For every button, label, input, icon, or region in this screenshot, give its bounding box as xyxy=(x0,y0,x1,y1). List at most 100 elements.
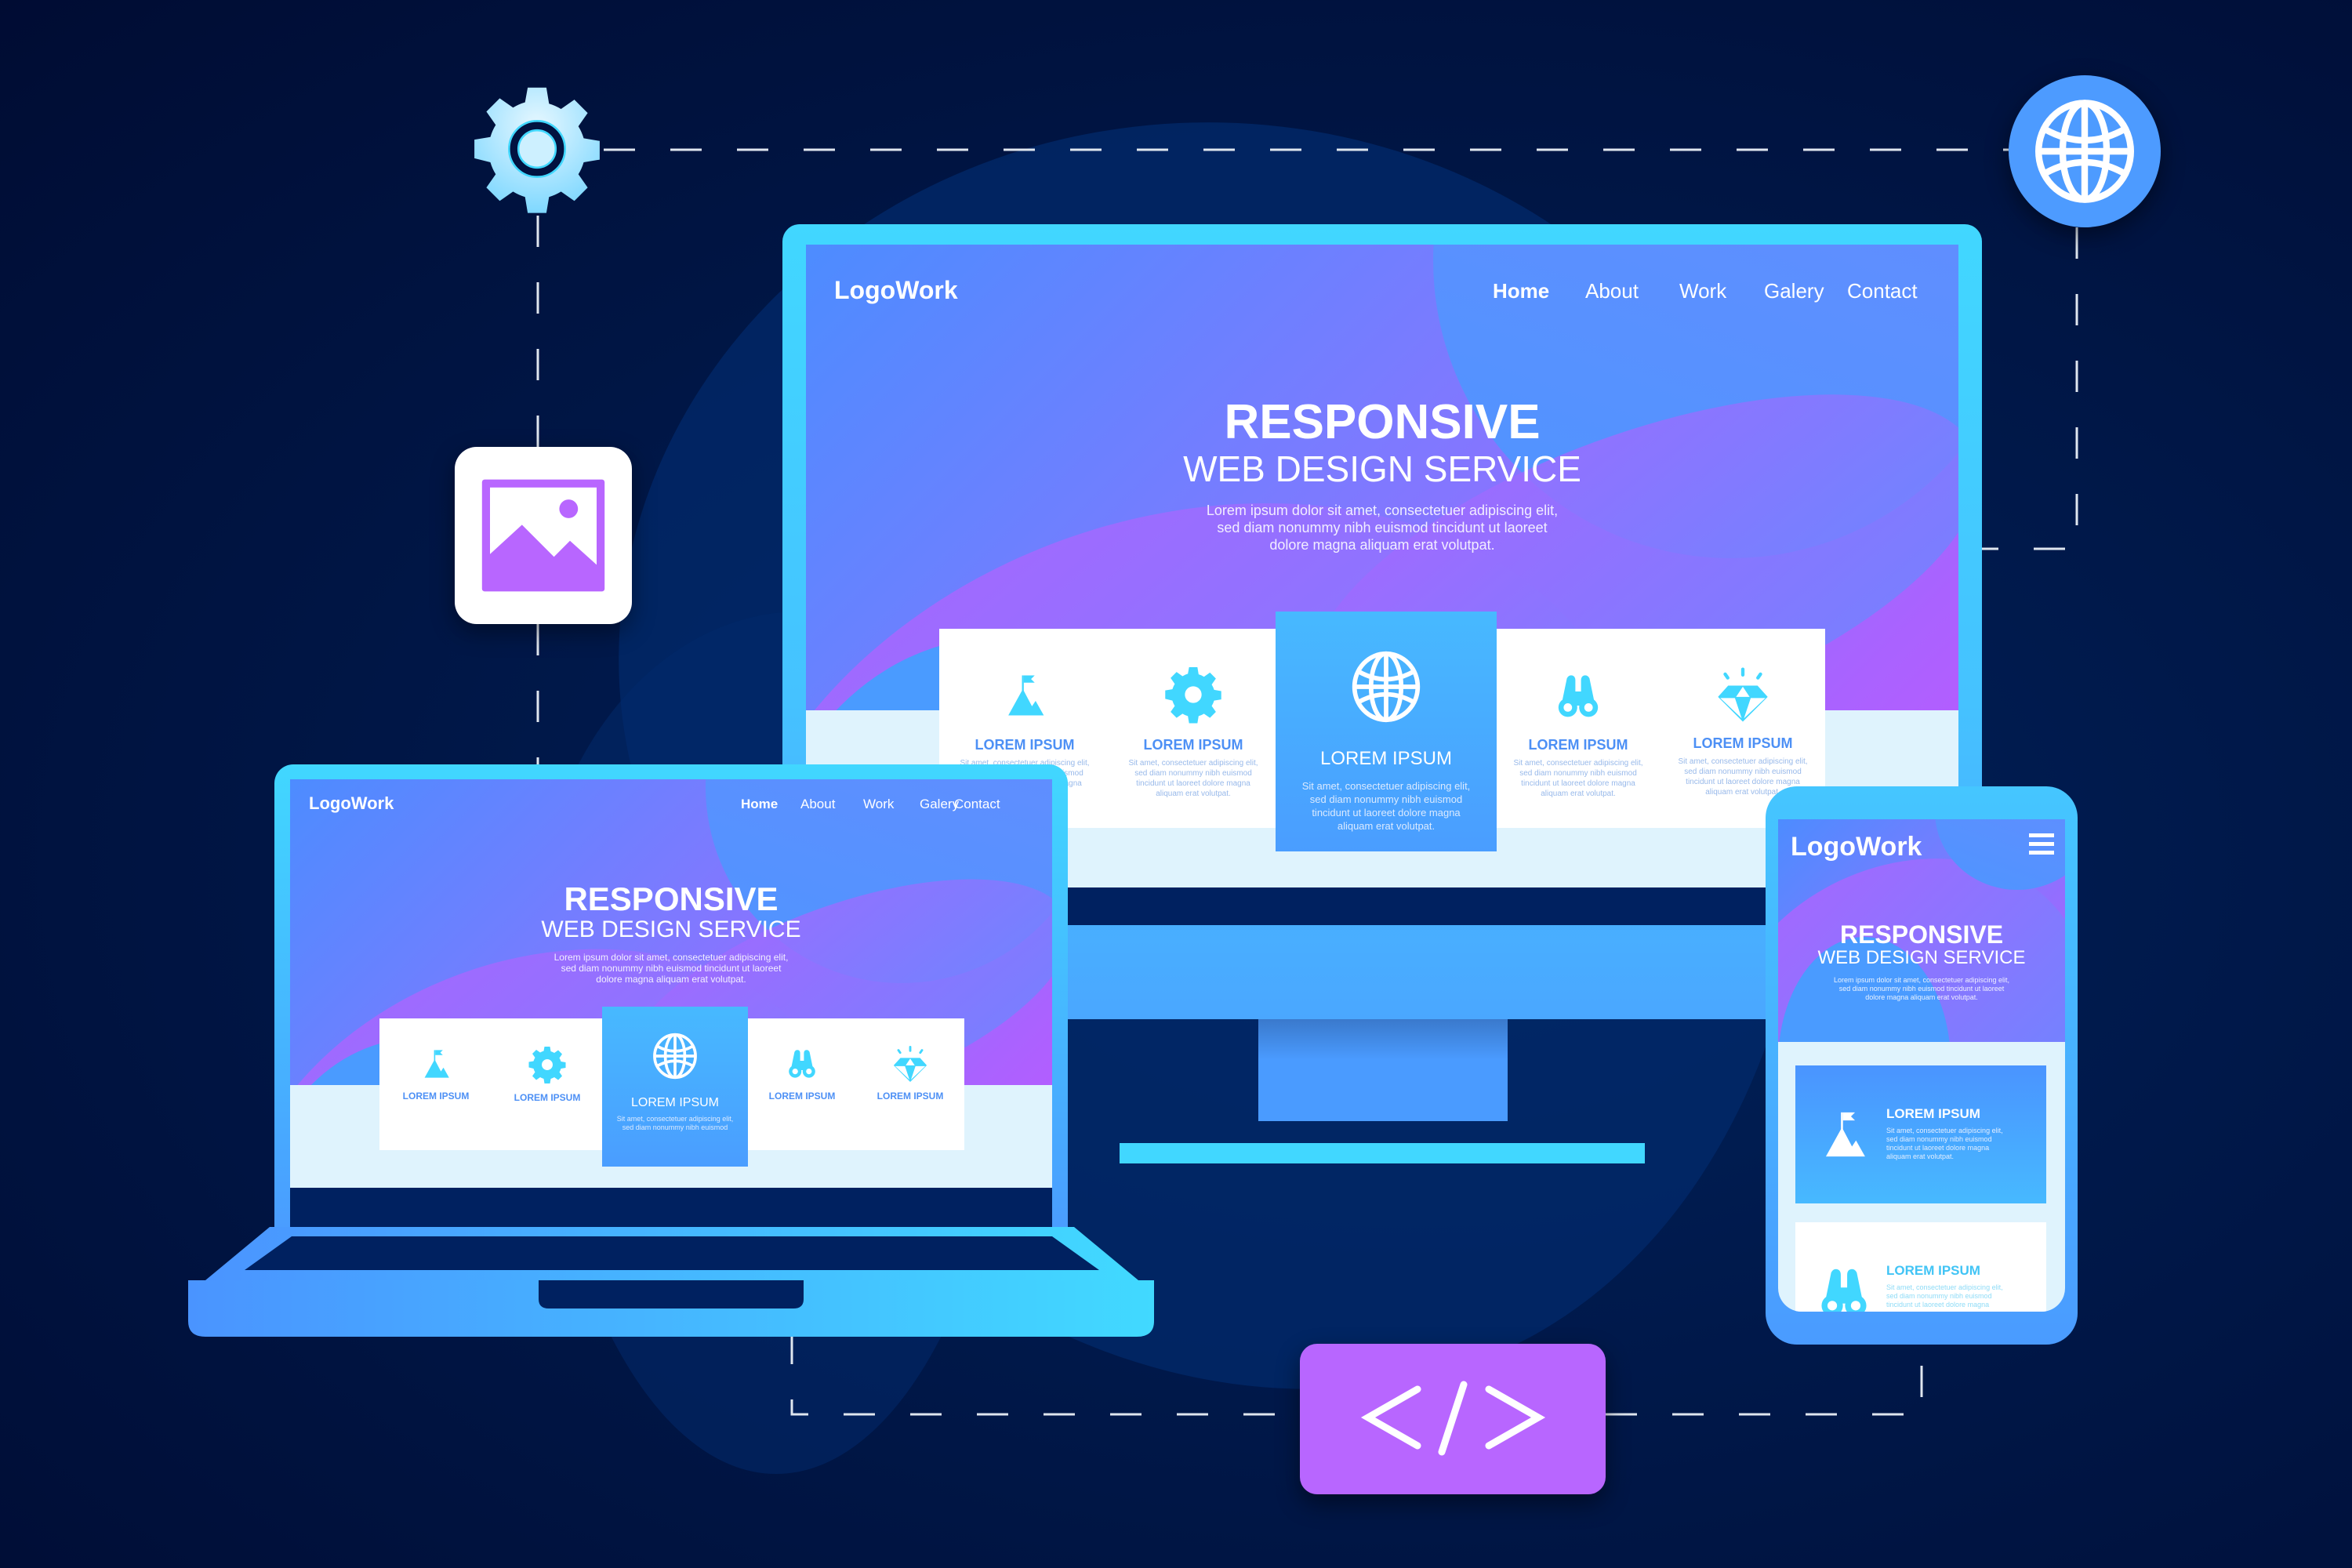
card-text: tincidunt ut laoreet dolore magna xyxy=(1521,779,1635,788)
feature-card[interactable]: LOREM IPSUM xyxy=(856,1018,964,1150)
card-text: aliquam erat volutpat. xyxy=(1541,789,1616,798)
feature-card[interactable]: LOREM IPSUM Sit amet, consectetuer adipi… xyxy=(1110,629,1276,828)
binoculars-icon xyxy=(1817,1266,1871,1312)
card-title: LOREM IPSUM xyxy=(768,1091,836,1102)
monitor-stand-neck xyxy=(1258,1019,1508,1121)
floating-globe-badge xyxy=(2009,75,2161,227)
nav-home[interactable]: Home xyxy=(1493,279,1585,303)
nav-contact[interactable]: Contact xyxy=(954,797,1000,812)
hero-subtitle: WEB DESIGN SERVICE xyxy=(1817,947,2026,968)
card-text: sed diam nonummy nibh euismod xyxy=(1134,769,1252,778)
feature-card[interactable]: LOREM IPSUM xyxy=(379,1018,492,1150)
card-title: LOREM IPSUM xyxy=(1319,748,1453,769)
card-text: Sit amet, consectetuer adipiscing elit, xyxy=(1678,757,1808,766)
card-title: LOREM IPSUM xyxy=(975,737,1075,753)
binoculars-icon xyxy=(786,1048,818,1080)
mobile-phone: LogoWork RESPONSIVE WEB DESIGN SERVICE L… xyxy=(1766,786,2078,1345)
site-logo[interactable]: LogoWork xyxy=(309,793,394,814)
card-title: LOREM IPSUM xyxy=(877,1091,944,1102)
card-text: sed diam nonummy nibh euismod xyxy=(622,1123,728,1131)
card-text: aliquam erat volutpat. xyxy=(1337,820,1436,832)
code-icon xyxy=(1360,1381,1546,1456)
card-title: LOREM IPSUM xyxy=(630,1096,719,1109)
laptop: LogoWork Home About Work Galery Contact … xyxy=(188,764,1154,1345)
floating-code-badge xyxy=(1300,1344,1606,1494)
hero-heading: RESPONSIVE WEB DESIGN SERVICE Lorem ipsu… xyxy=(1794,921,2049,1002)
hero-heading: RESPONSIVE WEB DESIGN SERVICE Lorem ipsu… xyxy=(1147,398,1617,554)
card-title: LOREM IPSUM xyxy=(1886,1263,1980,1278)
mobile-feature-card[interactable]: LOREM IPSUM Sit amet, consectetuer adipi… xyxy=(1795,1065,2046,1203)
card-text: Sit amet, consectetuer adipiscing elit, xyxy=(1128,759,1258,768)
hero-title: RESPONSIVE xyxy=(1839,920,2004,949)
site-nav: Home About Work Galery Contact xyxy=(741,797,1000,812)
hero-title: RESPONSIVE xyxy=(564,880,779,917)
mountain-flag-icon xyxy=(420,1048,452,1080)
site-nav: Home About Work Galery Contact xyxy=(1493,279,1918,303)
feature-card[interactable]: LOREM IPSUM Sit amet, consectetuer adipi… xyxy=(1496,629,1661,828)
card-text: sed diam nonummy nibh euismod xyxy=(1309,793,1463,805)
hamburger-menu-icon[interactable] xyxy=(2029,833,2054,858)
nav-work[interactable]: Work xyxy=(863,797,920,812)
card-text: sed diam nonummy nibh euismod xyxy=(1684,768,1802,776)
hero-desc-1: Lorem ipsum dolor sit amet, consectetuer… xyxy=(1206,503,1559,518)
nav-about[interactable]: About xyxy=(1585,279,1679,303)
mobile-feature-card[interactable]: LOREM IPSUM Sit amet, consectetuer adipi… xyxy=(1795,1222,2046,1312)
image-icon xyxy=(481,479,605,592)
hero-desc-3: dolore magna aliquam erat volutpat. xyxy=(596,974,746,985)
nav-contact[interactable]: Contact xyxy=(1847,279,1918,303)
hero-desc-1: Lorem ipsum dolor sit amet, consectetuer… xyxy=(1833,976,2010,984)
feature-card-highlighted[interactable]: LOREM IPSUM Sit amet, consectetuer adipi… xyxy=(1276,612,1497,851)
card-title: LOREM IPSUM xyxy=(1886,1106,1980,1121)
hero-title: RESPONSIVE xyxy=(1224,395,1541,449)
floating-gear-badge xyxy=(470,82,604,216)
hero-heading: RESPONSIVE WEB DESIGN SERVICE Lorem ipsu… xyxy=(514,883,828,985)
nav-work[interactable]: Work xyxy=(1679,279,1764,303)
hero-desc-1: Lorem ipsum dolor sit amet, consectetuer… xyxy=(554,952,789,963)
nav-galery[interactable]: Galery xyxy=(920,797,959,812)
card-text: Sit amet, consectetuer adipiscing elit, xyxy=(616,1115,734,1123)
card-text: aliquam erat volutpat. xyxy=(1156,789,1231,798)
card-title: LOREM IPSUM xyxy=(1528,737,1628,753)
globe-icon xyxy=(1348,649,1424,724)
site-logo[interactable]: LogoWork xyxy=(834,276,958,305)
feature-card[interactable]: LOREM IPSUM xyxy=(492,1018,602,1150)
hero-desc-3: dolore magna aliquam erat volutpat. xyxy=(1865,993,1978,1001)
hero-subtitle: WEB DESIGN SERVICE xyxy=(1183,448,1581,489)
card-text: Sit amet, consectetuer adipiscing elit, xyxy=(1513,759,1643,768)
card-text: tincidunt ut laoreet dolore magna xyxy=(1136,779,1250,788)
hero-subtitle: WEB DESIGN SERVICE xyxy=(541,916,801,942)
globe-icon xyxy=(2030,96,2140,206)
diamond-icon xyxy=(891,1045,929,1083)
gear-icon xyxy=(528,1045,567,1084)
floating-image-badge xyxy=(455,447,632,624)
globe-icon xyxy=(651,1032,699,1080)
hero-desc-2: sed diam nonummy nibh euismod tincidunt … xyxy=(561,963,782,974)
hero-desc-3: dolore magna aliquam erat volutpat. xyxy=(1269,537,1495,553)
nav-home[interactable]: Home xyxy=(741,797,800,812)
site-logo[interactable]: LogoWork xyxy=(1791,832,1922,862)
gear-icon xyxy=(474,87,600,213)
laptop-bezel xyxy=(290,1188,1052,1227)
hero-desc-2: sed diam nonummy nibh euismod tincidunt … xyxy=(1838,985,2005,993)
connector-bottom-right xyxy=(1606,1333,1923,1416)
diamond-icon xyxy=(1715,666,1771,723)
card-title: LOREM IPSUM xyxy=(402,1091,470,1102)
card-title: LOREM IPSUM xyxy=(514,1092,581,1103)
laptop-screen: LogoWork Home About Work Galery Contact … xyxy=(290,779,1052,1220)
nav-about[interactable]: About xyxy=(800,797,863,812)
feature-card-highlighted[interactable]: LOREM IPSUM Sit amet, consectetuer adipi… xyxy=(602,1007,748,1167)
card-text: sed diam nonummy nibh euismod xyxy=(1519,769,1637,778)
mountain-flag-icon xyxy=(1819,1109,1869,1160)
gear-icon xyxy=(1163,665,1223,724)
card-title: LOREM IPSUM xyxy=(1693,735,1793,751)
card-text: Sit amet, consectetuer adipiscing elit, … xyxy=(1886,1127,2003,1160)
feature-card[interactable]: LOREM IPSUM xyxy=(748,1018,856,1150)
binoculars-icon xyxy=(1555,673,1602,720)
monitor-stand-base xyxy=(1120,1143,1645,1163)
card-text: Sit amet, consectetuer adipiscing elit, xyxy=(1301,780,1471,792)
laptop-base xyxy=(188,1227,1154,1337)
card-title: LOREM IPSUM xyxy=(1143,737,1243,753)
card-text: Sit amet, consectetuer adipiscing elit, … xyxy=(1886,1283,2003,1308)
card-text: tincidunt ut laoreet dolore magna xyxy=(1312,807,1461,818)
nav-galery[interactable]: Galery xyxy=(1764,279,1847,303)
